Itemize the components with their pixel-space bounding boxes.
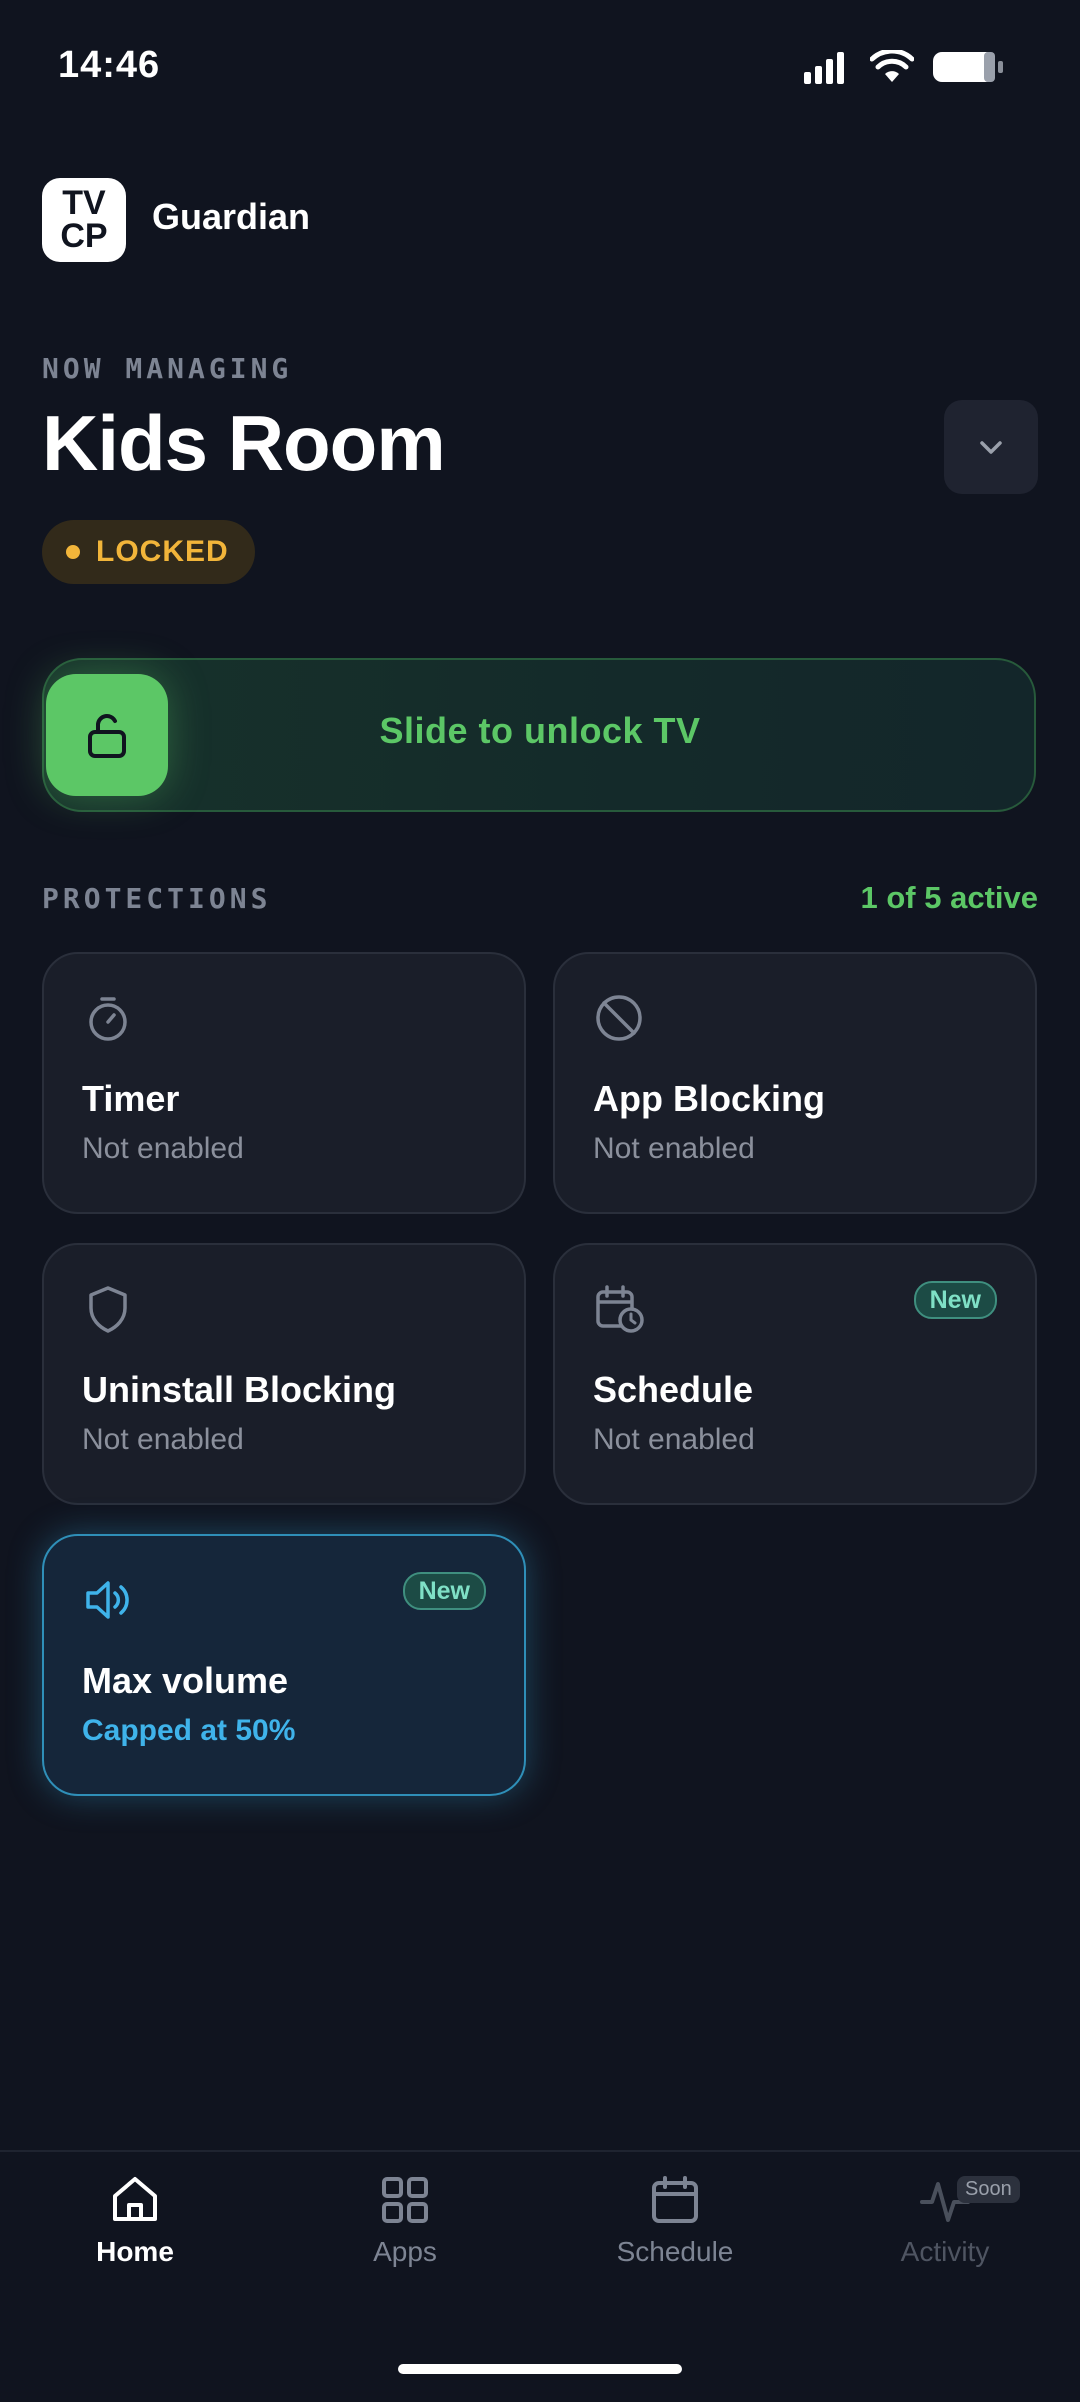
signal-icon bbox=[804, 52, 844, 84]
volume-icon bbox=[86, 1581, 129, 1619]
card-status: Not enabled bbox=[593, 1423, 755, 1456]
nav-item-apps[interactable]: Apps bbox=[295, 2166, 515, 2268]
unlock-slider-handle[interactable] bbox=[46, 674, 168, 796]
protection-card-schedule[interactable]: New Schedule Not enabled bbox=[553, 1243, 1037, 1505]
card-title: Max volume bbox=[82, 1660, 289, 1701]
nav-item-activity[interactable]: Soon Activity bbox=[835, 2166, 1055, 2268]
protection-card-app-blocking[interactable]: App Blocking Not enabled bbox=[553, 952, 1037, 1214]
app-name: Guardian bbox=[152, 196, 311, 237]
nav-item-schedule[interactable]: Schedule bbox=[565, 2166, 785, 2268]
active-count: 1 of 5 active bbox=[860, 880, 1038, 915]
block-icon bbox=[596, 995, 642, 1041]
status-badge-label: LOCKED bbox=[96, 535, 229, 568]
logo-line-2: CP bbox=[60, 217, 108, 255]
unlock-slider-label: Slide to unlock TV bbox=[379, 710, 701, 751]
nav-label: Schedule bbox=[616, 2236, 734, 2267]
shield-icon bbox=[89, 1286, 127, 1333]
nav-label: Activity bbox=[900, 2236, 990, 2267]
calendar-clock-icon bbox=[596, 1285, 644, 1333]
nav-label: Apps bbox=[373, 2236, 437, 2267]
soon-badge: Soon bbox=[957, 2176, 1020, 2203]
protection-card-max-volume[interactable]: New Max volume Capped at 50% bbox=[42, 1534, 526, 1796]
card-status: Not enabled bbox=[593, 1132, 755, 1165]
new-badge: New bbox=[402, 1572, 486, 1610]
home-icon bbox=[113, 2177, 157, 2221]
chevron-down-icon bbox=[980, 441, 1002, 454]
status-dot bbox=[66, 545, 80, 559]
card-title: Uninstall Blocking bbox=[82, 1369, 397, 1410]
new-badge: New bbox=[913, 1281, 997, 1319]
wifi-icon bbox=[870, 50, 914, 82]
app-logo: TV CP bbox=[42, 178, 126, 262]
calendar-icon bbox=[652, 2176, 698, 2223]
nav-label: Home bbox=[96, 2236, 174, 2267]
logo-line-1: TV bbox=[62, 184, 106, 222]
stopwatch-icon bbox=[89, 997, 127, 1041]
grid-icon bbox=[382, 2177, 428, 2223]
device-name: Kids Room bbox=[42, 399, 446, 487]
protection-card-uninstall-blocking[interactable]: Uninstall Blocking Not enabled bbox=[42, 1243, 526, 1505]
card-status: Not enabled bbox=[82, 1423, 244, 1456]
unlock-icon bbox=[88, 714, 126, 758]
card-status: Capped at 50% bbox=[82, 1714, 296, 1747]
card-title: Timer bbox=[82, 1078, 180, 1119]
card-title: Schedule bbox=[593, 1369, 754, 1410]
device-switcher-button[interactable] bbox=[944, 400, 1038, 494]
home-indicator bbox=[398, 2364, 682, 2374]
status-icons bbox=[804, 50, 1004, 84]
protections-heading: PROTECTIONS bbox=[42, 882, 272, 915]
now-managing-label: NOW MANAGING bbox=[42, 352, 293, 385]
nav-item-home[interactable]: Home bbox=[25, 2166, 245, 2268]
protection-card-timer[interactable]: Timer Not enabled bbox=[42, 952, 526, 1214]
status-time: 14:46 bbox=[58, 44, 161, 86]
battery-icon bbox=[933, 52, 1003, 82]
status-badge: LOCKED bbox=[42, 520, 255, 584]
card-status: Not enabled bbox=[82, 1132, 244, 1165]
card-title: App Blocking bbox=[593, 1078, 825, 1119]
